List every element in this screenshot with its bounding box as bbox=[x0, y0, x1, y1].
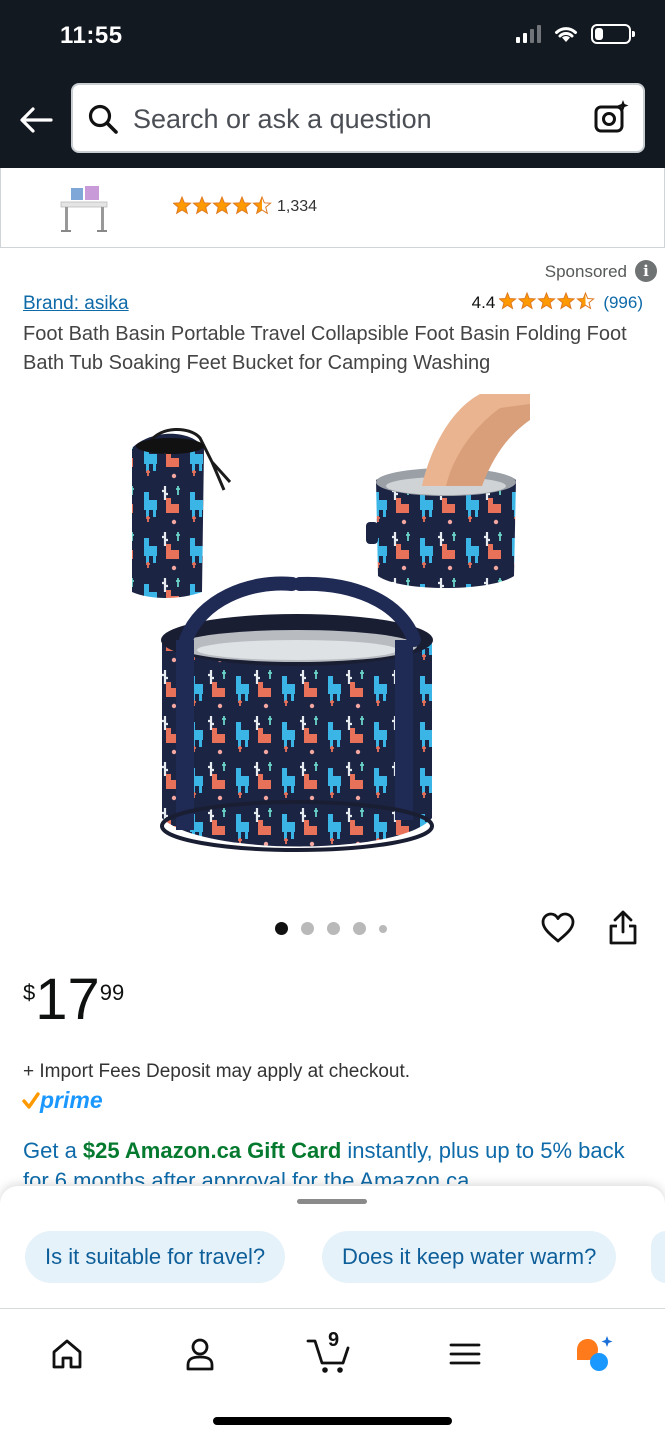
brand-link[interactable]: Brand: asika bbox=[23, 293, 129, 315]
menu-icon bbox=[449, 1343, 481, 1365]
cart-count: 9 bbox=[328, 1329, 340, 1351]
product-image[interactable] bbox=[0, 390, 665, 880]
price-symbol: $ bbox=[23, 980, 36, 1005]
search-icon bbox=[88, 104, 118, 134]
heart-icon bbox=[541, 912, 575, 943]
sponsored-product-strip[interactable]: 1,334 bbox=[0, 168, 665, 248]
nav-account[interactable] bbox=[175, 1329, 225, 1379]
import-fees-note: + Import Fees Deposit may apply at check… bbox=[23, 1061, 411, 1082]
star-icon bbox=[517, 292, 537, 310]
carousel-dot[interactable] bbox=[301, 922, 314, 935]
gift-card-promo[interactable]: Get a $25 Amazon.ca Gift Card instantly,… bbox=[23, 1136, 648, 1184]
carousel-dot[interactable] bbox=[275, 922, 288, 935]
share-button[interactable] bbox=[608, 910, 638, 951]
nav-cart[interactable]: 9 bbox=[305, 1329, 355, 1379]
sponsored-label: Sponsored bbox=[544, 262, 627, 281]
star-icon bbox=[232, 196, 252, 215]
carousel-dot[interactable] bbox=[327, 922, 340, 935]
battery-level bbox=[595, 28, 603, 40]
account-icon bbox=[186, 1338, 214, 1371]
app-header: 11:55 Search or ask a question bbox=[0, 0, 665, 168]
search-input[interactable]: Search or ask a question bbox=[71, 83, 645, 153]
home-icon bbox=[52, 1339, 82, 1369]
home-indicator bbox=[213, 1417, 452, 1425]
wishlist-button[interactable] bbox=[541, 912, 575, 949]
star-icon bbox=[556, 292, 576, 310]
nav-assistant[interactable] bbox=[570, 1329, 620, 1379]
status-icons bbox=[516, 24, 635, 44]
star-icon bbox=[537, 292, 557, 310]
product-price: $ 17 99 bbox=[23, 970, 124, 1030]
desk-thumbnail bbox=[60, 186, 108, 232]
rating-value: 4.4 bbox=[471, 293, 496, 312]
star-icon bbox=[576, 292, 596, 310]
product-title[interactable]: Foot Bath Basin Portable Travel Collapsi… bbox=[23, 320, 643, 378]
sheet-grabber[interactable] bbox=[297, 1199, 367, 1204]
price-fraction: 99 bbox=[99, 980, 125, 1005]
suggestion-chip-next[interactable] bbox=[651, 1231, 665, 1283]
suggestion-chip-warm[interactable]: Does it keep water warm? bbox=[322, 1231, 617, 1283]
price-whole: 17 bbox=[35, 967, 100, 1032]
nav-menu[interactable] bbox=[440, 1329, 490, 1379]
rating-stars bbox=[173, 196, 272, 215]
star-icon bbox=[499, 292, 518, 310]
rating-stars bbox=[499, 292, 596, 310]
star-icon bbox=[252, 196, 272, 215]
camera-search-icon[interactable] bbox=[593, 99, 629, 135]
assistant-icon bbox=[577, 1336, 613, 1371]
suggestion-sheet[interactable]: Is it suitable for travel? Does it keep … bbox=[0, 1186, 665, 1310]
nav-home[interactable] bbox=[42, 1329, 92, 1379]
arrow-left-icon bbox=[20, 107, 53, 133]
search-placeholder: Search or ask a question bbox=[133, 104, 432, 134]
battery-icon bbox=[591, 24, 635, 44]
review-count: (996) bbox=[603, 293, 643, 312]
carousel-dot[interactable] bbox=[379, 924, 387, 933]
prime-check-icon bbox=[22, 1091, 40, 1109]
star-icon bbox=[173, 196, 192, 215]
suggestion-chip-travel[interactable]: Is it suitable for travel? bbox=[25, 1231, 286, 1283]
product-rating[interactable]: 4.4 (996) bbox=[472, 292, 643, 314]
promo-highlight: $25 Amazon.ca Gift Card bbox=[82, 1138, 342, 1163]
carousel-dot[interactable] bbox=[353, 922, 366, 935]
star-icon bbox=[192, 196, 212, 215]
share-icon bbox=[609, 910, 637, 945]
prime-label: prime bbox=[40, 1087, 103, 1113]
promo-prefix: Get a bbox=[23, 1138, 83, 1163]
image-carousel-dots[interactable] bbox=[275, 922, 387, 935]
star-icon bbox=[212, 196, 232, 215]
prime-badge: prime bbox=[22, 1087, 103, 1114]
review-count: 1,334 bbox=[277, 198, 318, 215]
cellular-signal-icon bbox=[516, 25, 541, 43]
info-icon[interactable]: i bbox=[635, 260, 657, 282]
wifi-icon bbox=[555, 27, 577, 42]
back-button[interactable] bbox=[16, 100, 56, 140]
status-time: 11:55 bbox=[60, 22, 123, 49]
status-bar: 11:55 bbox=[0, 0, 665, 74]
